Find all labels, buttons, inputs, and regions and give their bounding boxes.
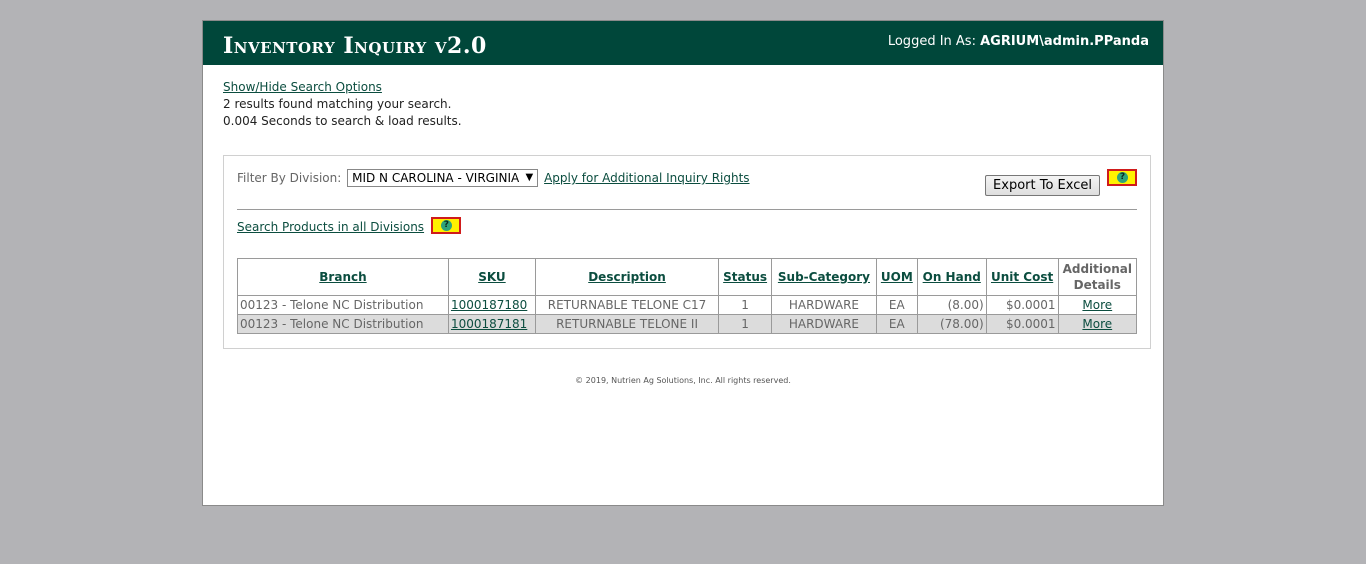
more-details-link[interactable]: More [1082,298,1112,312]
more-details-link[interactable]: More [1082,317,1112,331]
table-header-row: Branch SKU Description Status Sub-Catego… [237,258,1138,296]
cell-status: 1 [718,314,773,334]
help-icon: ? [1117,172,1128,183]
cell-branch: 00123 - Telone NC Distribution [237,314,449,334]
division-select[interactable]: MID N CAROLINA - VIRGINIA ▼ [347,169,539,187]
column-header-uom[interactable]: UOM [875,258,918,296]
cell-unit-cost: $0.0001 [985,314,1059,334]
cell-unit-cost: $0.0001 [985,295,1059,315]
search-all-divisions: Search Products in all Divisions ? [237,217,461,234]
login-user: AGRIUM\admin.PPanda [980,34,1149,49]
cell-on-hand: (78.00) [916,314,987,334]
column-header-on-hand[interactable]: On Hand [916,258,987,296]
division-selected-value: MID N CAROLINA - VIRGINIA [352,171,520,185]
dropdown-arrow-icon: ▼ [525,172,534,183]
search-info: Show/Hide Search Options 2 results found… [223,79,462,130]
cell-subcategory: HARDWARE [771,314,877,334]
division-filter: Filter By Division: MID N CAROLINA - VIR… [237,169,750,187]
export-help-button[interactable]: ? [1107,169,1137,186]
column-header-status[interactable]: Status [718,258,773,296]
results-panel: Filter By Division: MID N CAROLINA - VIR… [223,155,1151,349]
cell-uom: EA [875,295,918,315]
footer-copyright: © 2019, Nutrien Ag Solutions, Inc. All r… [575,376,791,385]
cell-on-hand: (8.00) [916,295,987,315]
sku-link[interactable]: 1000187181 [451,317,527,331]
cell-description: RETURNABLE TELONE II [534,314,720,334]
apply-rights-link[interactable]: Apply for Additional Inquiry Rights [544,171,749,185]
cell-branch: 00123 - Telone NC Distribution [237,295,449,315]
login-label: Logged In As: [887,34,976,49]
details-header-line2: Details [1073,278,1121,292]
details-header-line1: Additional [1062,262,1132,276]
cell-description: RETURNABLE TELONE C17 [534,295,720,315]
search-all-divisions-link[interactable]: Search Products in all Divisions [237,220,424,234]
cell-subcategory: HARDWARE [771,295,877,315]
column-header-branch[interactable]: Branch [237,258,449,296]
table-row: 00123 - Telone NC Distribution 100018718… [237,314,1138,334]
page-container: Inventory Inquiry v2.0 Logged In As: AGR… [202,20,1164,506]
search-timing-text: 0.004 Seconds to search & load results. [223,114,462,128]
column-header-description[interactable]: Description [534,258,720,296]
cell-uom: EA [875,314,918,334]
divider [237,209,1137,210]
export-excel-button[interactable]: Export To Excel [985,175,1100,196]
help-icon: ? [440,220,452,231]
column-header-sku[interactable]: SKU [447,258,536,296]
column-header-unit-cost[interactable]: Unit Cost [985,258,1059,296]
column-header-additional-details: Additional Details [1057,258,1138,296]
results-table: Branch SKU Description Status Sub-Catego… [237,258,1138,334]
table-row: 00123 - Telone NC Distribution 100018718… [237,295,1138,315]
cell-status: 1 [718,295,773,315]
results-count-text: 2 results found matching your search. [223,97,452,111]
search-help-button[interactable]: ? [430,217,461,234]
filter-label: Filter By Division: [237,171,342,185]
column-header-subcategory[interactable]: Sub-Category [771,258,877,296]
login-info: Logged In As: AGRIUM\admin.PPanda [888,34,1149,49]
app-title: Inventory Inquiry v2.0 [223,33,487,59]
sku-link[interactable]: 1000187180 [451,298,527,312]
app-header: Inventory Inquiry v2.0 Logged In As: AGR… [203,21,1163,65]
toggle-search-options-link[interactable]: Show/Hide Search Options [223,80,382,94]
